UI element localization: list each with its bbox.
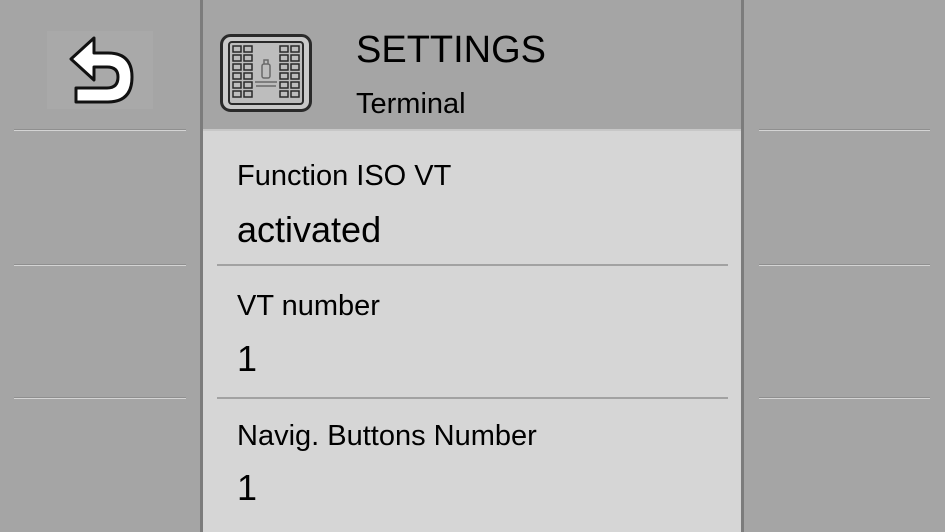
setting-label: VT number [237, 290, 380, 322]
setting-value: 1 [237, 338, 258, 379]
softkey-divider [759, 397, 930, 399]
back-button[interactable] [47, 31, 153, 109]
back-arrow-icon [69, 36, 134, 104]
page-title: SETTINGS [356, 29, 547, 71]
setting-value: 1 [237, 467, 258, 508]
center-right-border [741, 0, 744, 532]
settings-list: Function ISO VT activated VT number 1 Na… [203, 131, 741, 532]
setting-label: Function ISO VT [237, 160, 452, 192]
right-softkey-panel [744, 0, 945, 532]
setting-function-iso-vt[interactable]: Function ISO VT activated [203, 131, 741, 265]
softkey-divider [14, 129, 186, 131]
page-header: SETTINGS Terminal [203, 0, 741, 131]
softkey-divider [14, 397, 186, 399]
softkey-divider [759, 264, 930, 266]
setting-value: activated [237, 209, 382, 250]
terminal-screen-icon [220, 34, 312, 112]
setting-vt-number[interactable]: VT number 1 [203, 266, 741, 398]
page-subtitle: Terminal [356, 88, 466, 120]
softkey-divider [759, 129, 930, 131]
setting-label: Navig. Buttons Number [237, 420, 537, 452]
setting-navig-buttons-number[interactable]: Navig. Buttons Number 1 [203, 399, 741, 532]
softkey-divider [14, 264, 186, 266]
